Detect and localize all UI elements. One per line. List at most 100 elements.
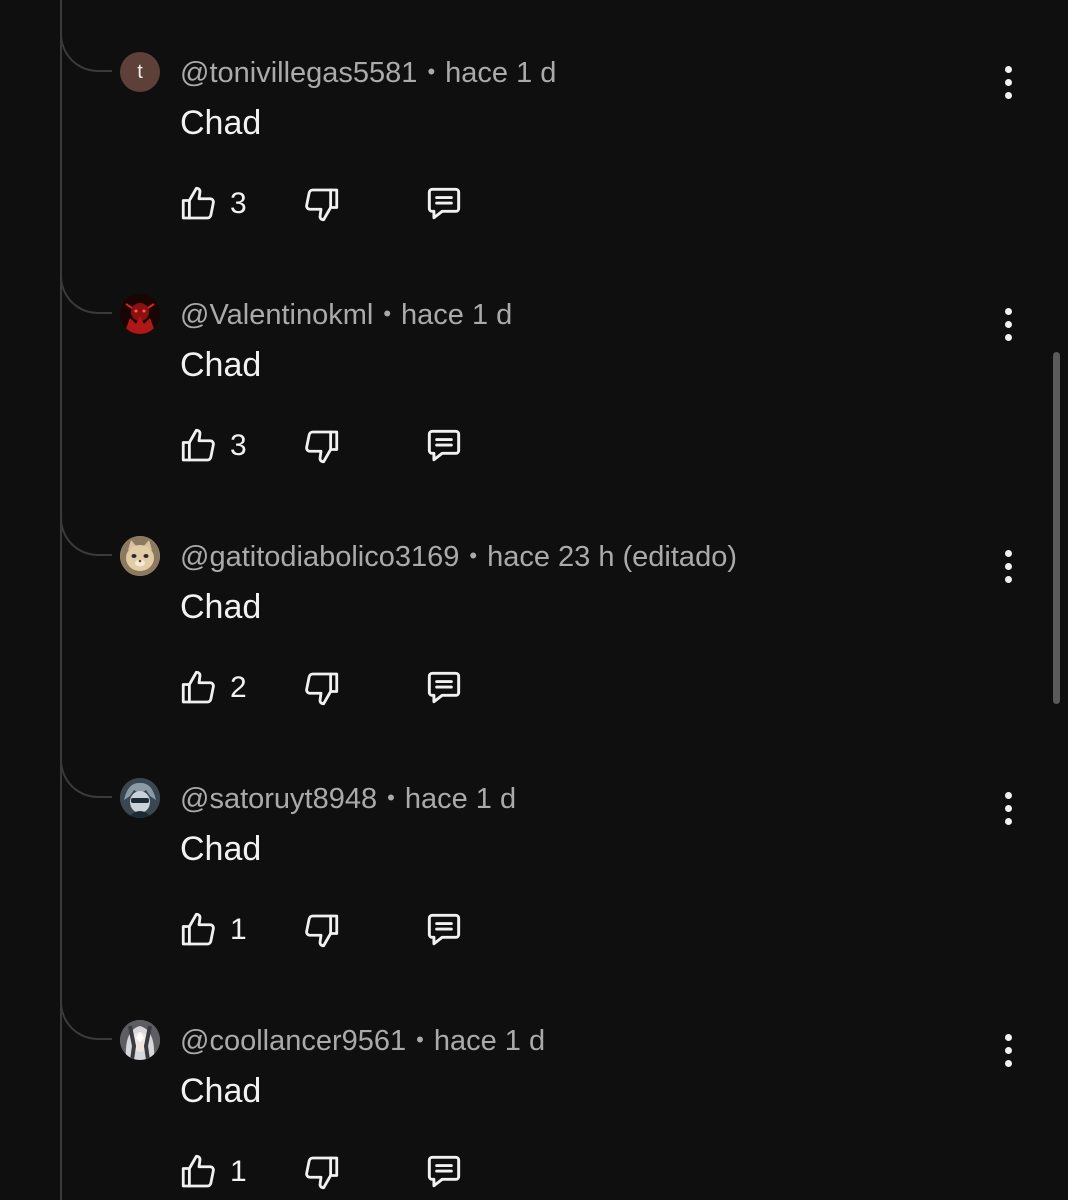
avatar-letter: t: [137, 60, 143, 83]
comment-time[interactable]: hace 1 d: [401, 299, 512, 331]
avatar[interactable]: [120, 1020, 160, 1060]
comment-item: @satoruyt8948 • hace 1 d Chad 1: [0, 726, 1068, 968]
comment-actions: 3: [178, 424, 466, 468]
dislike-button[interactable]: [300, 182, 342, 226]
thread-connector: [60, 484, 112, 556]
thumbs-up-icon: [181, 1154, 215, 1188]
comment-time[interactable]: hace 1 d: [434, 1025, 545, 1057]
thumbs-up-icon: [181, 912, 215, 946]
thumbs-down-icon: [305, 672, 339, 706]
thumbs-down-icon: [305, 914, 339, 948]
more-vert-icon-dot: [1004, 804, 1012, 812]
reply-comment-icon: [427, 913, 461, 946]
dislike-button[interactable]: [300, 666, 342, 710]
comment-item: @coollancer9561 • hace 1 d Chad 1: [0, 968, 1068, 1200]
comment-meta: @coollancer9561 • hace 1 d: [180, 1022, 545, 1059]
comment-item: t @tonivillegas5581 • hace 1 d Chad 3: [0, 0, 1068, 242]
comment-meta: @gatitodiabolico3169 • hace 23 h (editado): [180, 538, 737, 575]
more-vert-icon-dot: [1004, 91, 1012, 99]
reply-comment-icon: [427, 1155, 461, 1188]
thumbs-down-icon: [305, 1156, 339, 1190]
more-vert-icon: [1004, 549, 1012, 557]
more-options-button[interactable]: [992, 544, 1024, 588]
more-vert-icon-dot: [1004, 320, 1012, 328]
thumbs-up-icon: [181, 428, 215, 462]
more-vert-icon-dot: [1004, 575, 1012, 583]
more-vert-icon-dot: [1004, 333, 1012, 341]
avatar[interactable]: [120, 294, 160, 334]
more-options-button[interactable]: [992, 302, 1024, 346]
like-count: 2: [230, 671, 247, 704]
comment-text: Chad: [180, 346, 262, 384]
reply-button[interactable]: [422, 424, 466, 468]
like-button[interactable]: 3: [178, 424, 294, 468]
more-vert-icon-dot: [1004, 1046, 1012, 1054]
more-options-button[interactable]: [992, 1028, 1024, 1072]
comment-item: @gatitodiabolico3169 • hace 23 h (editado)…: [0, 484, 1068, 726]
more-vert-icon-dot: [1004, 1059, 1012, 1067]
comment-meta: @satoruyt8948 • hace 1 d: [180, 780, 516, 817]
avatar[interactable]: [120, 778, 160, 818]
like-count: 3: [230, 429, 247, 462]
comment-replies-thread: t @tonivillegas5581 • hace 1 d Chad 3 @V…: [0, 0, 1068, 1200]
avatar[interactable]: t: [120, 52, 160, 92]
comment-text: Chad: [180, 588, 262, 626]
comment-text: Chad: [180, 830, 262, 868]
comment-author[interactable]: @tonivillegas5581: [180, 57, 417, 89]
more-vert-icon: [1004, 1033, 1012, 1041]
dislike-button[interactable]: [300, 1150, 342, 1194]
meta-separator: •: [469, 543, 478, 568]
scrollbar-thumb[interactable]: [1053, 352, 1060, 704]
comment-meta: @Valentinokml • hace 1 d: [180, 296, 512, 333]
reply-comment-icon: [427, 429, 461, 462]
like-button[interactable]: 1: [178, 1150, 294, 1194]
comment-text: Chad: [180, 104, 262, 142]
comment-actions: 2: [178, 666, 466, 710]
meta-separator: •: [383, 301, 392, 326]
more-options-button[interactable]: [992, 60, 1024, 104]
like-count: 1: [230, 1155, 247, 1188]
like-button[interactable]: 3: [178, 182, 294, 226]
more-vert-icon: [1004, 307, 1012, 315]
thumbs-down-icon: [305, 188, 339, 222]
meta-separator: •: [416, 1027, 424, 1052]
reply-button[interactable]: [422, 908, 466, 952]
reply-button[interactable]: [422, 182, 466, 226]
dislike-button[interactable]: [300, 424, 342, 468]
meta-separator: •: [427, 59, 436, 84]
comment-time[interactable]: hace 1 d: [445, 57, 556, 89]
comment-actions: 1: [178, 908, 466, 952]
reply-button[interactable]: [422, 666, 466, 710]
comment-meta: @tonivillegas5581 • hace 1 d: [180, 54, 556, 91]
thread-connector: [60, 242, 112, 314]
comment-actions: 3: [178, 182, 466, 226]
comment-item: @Valentinokml • hace 1 d Chad 3: [0, 242, 1068, 484]
anime-character-avatar-icon: [120, 778, 160, 818]
avatar[interactable]: [120, 536, 160, 576]
comment-time[interactable]: hace 23 h (editado): [487, 541, 737, 573]
red-anime-avatar-icon: [120, 294, 160, 334]
more-vert-icon-dot: [1004, 817, 1012, 825]
reply-button[interactable]: [422, 1150, 466, 1194]
comment-author[interactable]: @gatitodiabolico3169: [180, 541, 459, 573]
cat-avatar-icon: [120, 536, 160, 576]
dislike-button[interactable]: [300, 908, 342, 952]
comment-actions: 1: [178, 1150, 466, 1194]
thread-connector: [60, 968, 112, 1040]
comment-time[interactable]: hace 1 d: [405, 783, 516, 815]
comment-author[interactable]: @Valentinokml: [180, 299, 373, 331]
like-count: 3: [230, 187, 247, 220]
comment-author[interactable]: @coollancer9561: [180, 1025, 406, 1057]
meta-separator: •: [387, 785, 395, 810]
like-button[interactable]: 1: [178, 908, 294, 952]
comment-author[interactable]: @satoruyt8948: [180, 783, 377, 815]
like-count: 1: [230, 913, 247, 946]
comment-text: Chad: [180, 1072, 262, 1110]
more-vert-icon: [1004, 65, 1012, 73]
thumbs-down-icon: [305, 430, 339, 464]
reply-comment-icon: [427, 187, 461, 220]
like-button[interactable]: 2: [178, 666, 294, 710]
thread-connector: [60, 726, 112, 798]
more-options-button[interactable]: [992, 786, 1024, 830]
more-vert-icon: [1004, 791, 1012, 799]
